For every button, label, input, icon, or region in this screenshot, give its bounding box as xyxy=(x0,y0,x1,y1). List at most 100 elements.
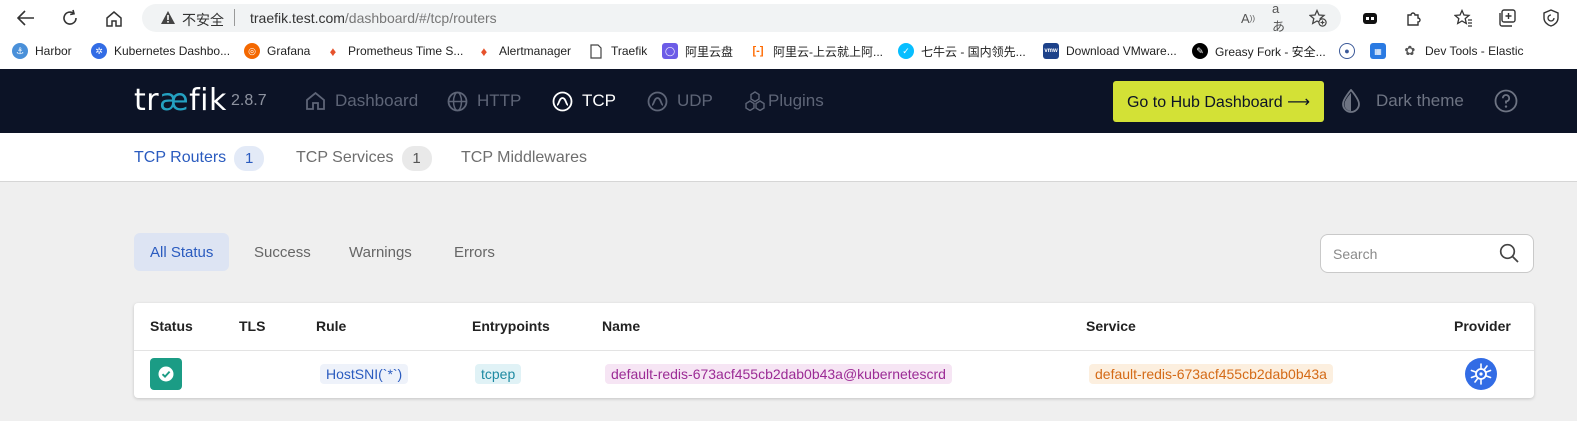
status-success-icon xyxy=(150,358,182,390)
refresh-icon[interactable] xyxy=(58,6,82,30)
cell-name: default-redis-673acf455cb2dab0b43a@kuber… xyxy=(605,363,952,385)
tcp-icon xyxy=(552,91,573,111)
tab-tcp-middlewares[interactable]: TCP Middlewares xyxy=(461,145,587,171)
nav-tcp[interactable]: TCP xyxy=(552,89,616,113)
url-field[interactable]: 不安全 traefik.test.com/dashboard/#/tcp/rou… xyxy=(142,1,1341,34)
bookmarks-bar: ⚓ Harbor ✲ Kubernetes Dashbo... ◎ Grafana ♦… xyxy=(0,36,1577,64)
globe-icon xyxy=(447,91,468,111)
aliyun-icon: [-] xyxy=(750,43,766,59)
drop-icon xyxy=(1342,89,1360,113)
harbor-icon: ⚓ xyxy=(12,43,28,59)
column-header-status[interactable]: Status xyxy=(150,318,193,334)
name-chip: default-redis-673acf455cb2dab0b43a@kuber… xyxy=(605,364,952,384)
help-icon[interactable] xyxy=(1494,89,1518,118)
bookmark-kubernetes-dashboard[interactable]: ✲ Kubernetes Dashbo... xyxy=(91,42,230,60)
filter-warnings[interactable]: Warnings xyxy=(349,233,412,271)
bookmark-qiniu[interactable]: ✓ 七牛云 - 国内领先... xyxy=(898,42,1026,60)
extensions-puzzle-icon[interactable] xyxy=(1403,7,1425,29)
nav-dashboard[interactable]: Dashboard xyxy=(305,89,418,113)
bookmark-icon-2: ▦ xyxy=(1370,43,1386,59)
tab-count-badge: 1 xyxy=(401,145,432,171)
tab-label: TCP Services xyxy=(296,149,394,166)
filter-errors[interactable]: Errors xyxy=(454,233,495,271)
nav-label: Dashboard xyxy=(335,91,419,110)
column-header-provider[interactable]: Provider xyxy=(1454,318,1511,334)
kubernetes-icon xyxy=(1465,358,1497,390)
insecure-label[interactable]: 不安全 xyxy=(182,10,224,30)
address-bar-row: 不安全 traefik.test.com/dashboard/#/tcp/rou… xyxy=(0,0,1577,36)
plugins-icon xyxy=(745,91,765,111)
routers-table: Status TLS Rule Entrypoints Name Service… xyxy=(134,303,1534,398)
kubernetes-icon: ✲ xyxy=(91,43,107,59)
bookmark-prometheus[interactable]: ♦ Prometheus Time S... xyxy=(325,42,463,60)
home-browser-icon[interactable] xyxy=(102,6,126,30)
bookmark-greasy-fork[interactable]: ✎ Greasy Fork - 安全... xyxy=(1192,42,1326,60)
nav-plugins[interactable]: Plugins xyxy=(744,89,824,113)
favorites-icon[interactable] xyxy=(1452,7,1474,29)
tab-tcp-routers[interactable]: TCP Routers 1 xyxy=(134,145,265,171)
home-icon xyxy=(306,91,325,110)
bookmark-vmware[interactable]: vmw Download VMware... xyxy=(1043,42,1177,60)
nav-label: HTTP xyxy=(477,91,522,110)
nav-udp[interactable]: UDP xyxy=(647,89,713,113)
tab-tcp-services[interactable]: TCP Services 1 xyxy=(296,145,432,171)
service-chip: default-redis-673acf455cb2dab0b43a xyxy=(1089,364,1333,384)
search-input[interactable] xyxy=(1333,244,1493,264)
filter-all-status[interactable]: All Status xyxy=(134,233,230,271)
column-header-name[interactable]: Name xyxy=(602,318,640,334)
column-header-tls[interactable]: TLS xyxy=(239,318,265,334)
page-icon xyxy=(588,43,604,59)
qiniu-icon: ✓ xyxy=(898,43,914,59)
greasyfork-icon: ✎ xyxy=(1192,43,1208,59)
nav-label: TCP xyxy=(582,91,616,110)
bookmark-icon-only-2[interactable]: ▦ xyxy=(1370,42,1393,60)
collections-icon[interactable] xyxy=(1496,7,1518,29)
url-separator xyxy=(234,9,235,26)
bookmark-grafana[interactable]: ◎ Grafana xyxy=(244,42,310,60)
translate-icon[interactable]: aあ xyxy=(1272,1,1292,34)
browser-essentials-icon[interactable] xyxy=(1540,7,1562,29)
column-header-entrypoints[interactable]: Entrypoints xyxy=(472,318,550,334)
bookmark-aliyun[interactable]: [-] 阿里云-上云就上阿... xyxy=(750,42,883,60)
bookmark-harbor[interactable]: ⚓ Harbor xyxy=(12,42,72,60)
bookmark-aliyun-drive[interactable]: ◯ 阿里云盘 xyxy=(662,42,733,60)
column-header-service[interactable]: Service xyxy=(1086,318,1136,334)
aliyun-drive-icon: ◯ xyxy=(662,43,678,59)
bookmark-icon-1: ● xyxy=(1339,43,1355,59)
warning-icon xyxy=(160,10,176,30)
cell-rule: HostSNI(`*`) xyxy=(320,363,409,385)
prometheus-icon: ♦ xyxy=(325,43,341,59)
url-path: /dashboard/#/tcp/routers xyxy=(344,10,497,26)
read-aloud-icon[interactable]: A)) xyxy=(1238,8,1258,28)
sub-navigation: TCP Routers 1 TCP Services 1 TCP Middlew… xyxy=(0,133,1577,182)
column-header-rule[interactable]: Rule xyxy=(316,318,346,334)
cell-service: default-redis-673acf455cb2dab0b43a xyxy=(1089,363,1333,385)
nav-http[interactable]: HTTP xyxy=(447,89,521,113)
back-arrow-icon[interactable] xyxy=(14,6,38,30)
tab-label: TCP Routers xyxy=(134,149,227,166)
browser-chrome: 不安全 traefik.test.com/dashboard/#/tcp/rou… xyxy=(0,0,1577,69)
dark-theme-toggle[interactable]: Dark theme xyxy=(1341,89,1464,113)
add-favorite-icon[interactable] xyxy=(1308,8,1328,28)
filter-success[interactable]: Success xyxy=(254,233,311,271)
go-to-hub-dashboard-button[interactable]: Go to Hub Dashboard ⟶ xyxy=(1113,81,1324,122)
bookmark-icon-only-1[interactable]: ● xyxy=(1339,42,1362,60)
url-text[interactable]: traefik.test.com/dashboard/#/tcp/routers xyxy=(250,10,497,26)
top-navigation: træfik 2.8.7 Dashboard HTTP TCP UDP Plug… xyxy=(0,69,1577,133)
tab-label: TCP Middlewares xyxy=(461,149,587,166)
dark-theme-label: Dark theme xyxy=(1376,91,1464,110)
traefik-logo[interactable]: træfik xyxy=(134,83,227,118)
url-host: traefik.test.com xyxy=(250,10,345,26)
elastic-icon: ✿ xyxy=(1402,43,1418,59)
search-icon[interactable] xyxy=(1499,243,1520,269)
bookmark-traefik[interactable]: Traefik xyxy=(588,42,647,60)
bookmark-alertmanager[interactable]: ♦ Alertmanager xyxy=(476,42,571,60)
nav-label: Plugins xyxy=(768,91,824,110)
header-divider xyxy=(134,350,1534,351)
search-box xyxy=(1320,234,1534,273)
extension-icon[interactable] xyxy=(1359,7,1381,29)
bookmark-elastic[interactable]: ✿ Dev Tools - Elastic xyxy=(1402,42,1523,60)
udp-icon xyxy=(647,91,668,111)
alertmanager-icon: ♦ xyxy=(476,43,492,59)
rule-chip: HostSNI(`*`) xyxy=(320,364,409,384)
